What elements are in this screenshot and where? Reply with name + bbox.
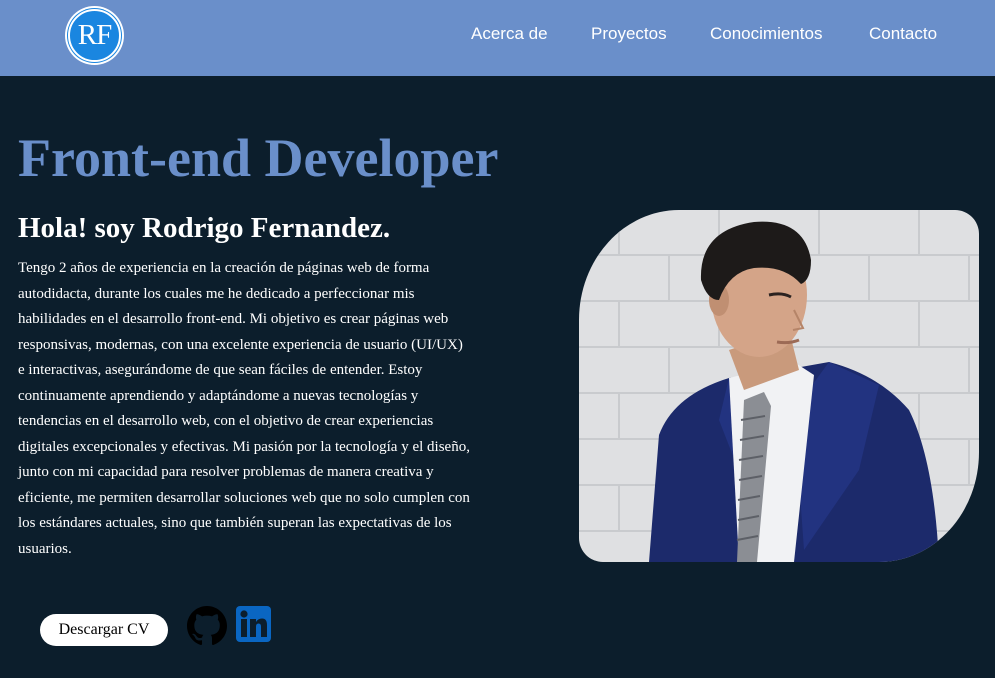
- nav-link-proyectos[interactable]: Proyectos: [591, 24, 667, 44]
- nav-link-conocimientos[interactable]: Conocimientos: [710, 24, 822, 44]
- site-header: RF Acerca de Proyectos Conocimientos Con…: [0, 0, 995, 76]
- nav-link-contacto[interactable]: Contacto: [869, 24, 937, 44]
- github-icon[interactable]: [187, 606, 227, 646]
- greeting-heading: Hola! soy Rodrigo Fernandez.: [18, 212, 391, 244]
- nav-link-acerca[interactable]: Acerca de: [471, 24, 548, 44]
- download-cv-button[interactable]: Descargar CV: [40, 614, 168, 646]
- profile-photo: [579, 210, 979, 562]
- linkedin-icon[interactable]: [236, 606, 271, 642]
- profile-portrait-illustration: [618, 210, 970, 562]
- page-title: Front-end Developer: [18, 128, 499, 188]
- bio-paragraph: Tengo 2 años de experiencia en la creaci…: [18, 260, 470, 557]
- main-nav: Acerca de Proyectos Conocimientos Contac…: [0, 0, 995, 76]
